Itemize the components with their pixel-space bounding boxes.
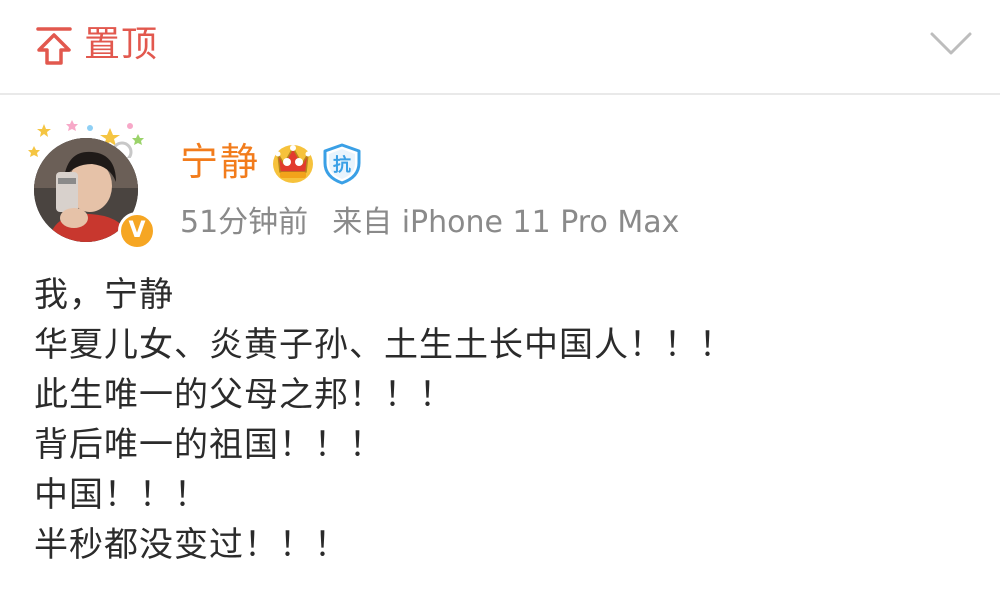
crown-member-icon[interactable] [270, 140, 316, 186]
post-line: 我，宁静 [34, 275, 174, 315]
divider [0, 93, 1000, 95]
pin-to-top-icon [36, 27, 72, 65]
chevron-down-icon[interactable] [928, 26, 974, 62]
pinned-header: 置顶 [0, 0, 1000, 92]
shield-text: 抗 [333, 154, 351, 176]
shield-kang-icon[interactable]: 抗 [322, 143, 362, 185]
post-line: 半秒都没变过！！！ [34, 525, 349, 565]
post-line: 此生唯一的父母之邦！！！ [34, 375, 454, 415]
pinned-label: 置顶 [84, 24, 159, 65]
post-body: 我，宁静 华夏儿女、炎黄子孙、土生土长中国人！！！ 此生唯一的父母之邦！！！ 背… [34, 270, 974, 570]
post-line: 中国！！！ [34, 475, 209, 515]
verified-badge: V [118, 212, 156, 250]
post-line: 华夏儿女、炎黄子孙、土生土长中国人！！！ [34, 325, 734, 365]
author-name[interactable]: 宁静 [180, 136, 260, 188]
post-source: 来自 iPhone 11 Pro Max [332, 205, 680, 240]
post-line: 背后唯一的祖国！！！ [34, 425, 384, 465]
post-meta: 51分钟前 来自 iPhone 11 Pro Max [180, 200, 679, 246]
avatar[interactable]: V [26, 118, 156, 250]
post-time: 51分钟前 [180, 205, 309, 240]
